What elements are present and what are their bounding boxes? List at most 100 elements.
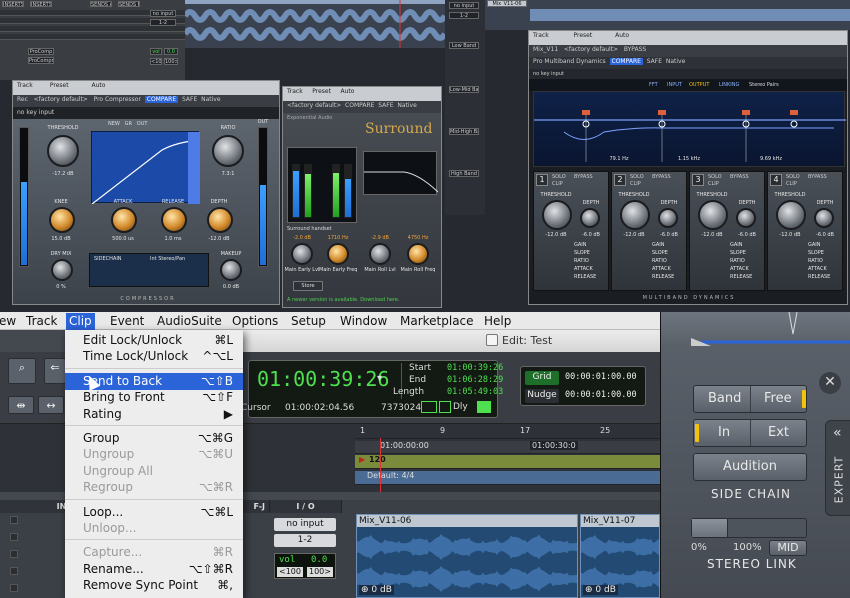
expert-tab[interactable]: « EXPERT [825,420,850,516]
main-counter[interactable]: 01:00:39:26 [257,367,389,391]
close-icon[interactable]: ✕ [819,372,841,394]
pan-left[interactable]: <100 [277,567,303,577]
menu-event[interactable]: Event [107,313,147,330]
menu-item-rating[interactable]: Rating ▶ [65,406,243,423]
band-free-toggle[interactable]: Band Free [693,385,807,413]
band-depth-knob[interactable] [814,208,834,228]
tab-output[interactable]: OUTPUT [689,79,709,91]
band-depth-knob[interactable] [736,208,756,228]
band-solo-button[interactable]: SOLO [552,174,566,180]
safe-button[interactable]: SAFE [647,58,662,65]
tab-new[interactable]: NEW [108,121,120,127]
band-bypass-button[interactable]: BYPASS [808,174,827,180]
preset-select[interactable]: <factory default> [564,46,618,53]
insert-slot[interactable] [10,584,18,592]
menu-item-group[interactable]: Group ⌥⌘G [65,430,243,447]
io-label[interactable]: no input [449,2,479,9]
dly-icon[interactable] [439,401,451,413]
end-value[interactable]: 01:06:28:29 [447,375,503,385]
native-button[interactable]: Native [397,102,416,109]
band-threshold-knob[interactable] [620,200,650,230]
bypass-button[interactable]: BYPASS [624,46,646,53]
band-threshold-knob[interactable] [542,200,572,230]
update-notice[interactable]: A newer version is available. Download h… [287,297,400,303]
playhead[interactable] [380,438,381,492]
trim-tool-icon[interactable]: ⇐ [44,358,66,384]
band-threshold-knob[interactable] [776,200,806,230]
plugin-select[interactable]: Pro Multiband Dynamics [533,58,606,65]
tempo-ruler[interactable]: ▶ 120 [355,455,660,469]
store-button[interactable]: Store [293,281,323,291]
menu-item-rename[interactable]: Rename... ⌥⇧⌘R [65,561,243,578]
menu-item-edit-lock-unlock[interactable]: Edit Lock/Unlock ⌘L [65,332,243,349]
length-value[interactable]: 01:05:49:03 [447,387,503,397]
output-select[interactable]: 1-2 [274,534,336,547]
band-clip-button[interactable]: CLIP [630,181,641,187]
roll-freq-knob[interactable] [407,243,429,265]
mixer-io[interactable]: 1-2 [150,19,176,26]
menu-help[interactable]: Help [481,313,514,330]
track-select[interactable]: Mix_V11 [533,46,558,53]
threshold-knob[interactable] [47,135,79,167]
grid-value[interactable]: 00:00:01:00.00 [565,372,637,382]
band-clip-button[interactable]: CLIP [552,181,563,187]
band-solo-button[interactable]: SOLO [630,174,644,180]
zoom-tool-icon[interactable]: ⌕ [8,358,36,384]
audition-button[interactable]: Audition [693,453,807,481]
start-value[interactable]: 01:00:39:26 [447,363,503,373]
vol-value[interactable]: 0.0 [311,555,327,565]
dry-mix-knob[interactable] [51,259,73,281]
insert-slot[interactable] [10,533,18,541]
mid-button[interactable]: MID [769,540,807,556]
preset-select[interactable]: <factory default> [34,96,88,103]
audio-clip[interactable]: Mix_V11-07 ⊕ 0 dB [580,514,660,598]
audio-clip[interactable]: Mix_V11-06 ⊕ 0 dB [356,514,578,598]
nudge-button[interactable]: Nudge [525,389,559,403]
attack-knob[interactable] [111,207,137,233]
bars-ruler[interactable]: 1 9 17 25 [355,426,660,439]
band-depth-knob[interactable] [580,208,600,228]
early-freq-knob[interactable] [327,243,349,265]
menu-options[interactable]: Options [229,313,281,330]
menu-marketplace[interactable]: Marketplace [397,313,477,330]
slip-mode-icon[interactable]: ↔ [38,396,64,414]
band-bypass-button[interactable]: BYPASS [652,174,671,180]
tab-fft[interactable]: FFT [649,79,658,91]
stereo-link-slider[interactable] [691,518,807,538]
band-depth-knob[interactable] [658,208,678,228]
menu-track[interactable]: Track [23,313,60,330]
input-select[interactable]: no input [274,518,336,531]
native-button[interactable]: Native [201,96,220,103]
plugin-select[interactable]: Pro Compressor [94,96,141,103]
roll-level-knob[interactable] [369,243,391,265]
multiband-graph[interactable]: 79.1 Hz 1.15 kHz 9.69 kHz [533,91,846,167]
mixer-track-name[interactable]: ProComp [28,48,54,55]
release-knob[interactable] [161,207,187,233]
mixer-pan-right[interactable]: 100> [164,58,178,65]
link-icon[interactable] [421,401,437,413]
mixer-io[interactable]: no input [150,10,176,17]
sidechain-mode[interactable]: Int Stereo/Pan [150,256,206,262]
menu-item-loop[interactable]: Loop... ⌥⌘L [65,504,243,521]
tab-input[interactable]: INPUT [667,79,682,91]
early-level-knob[interactable] [291,243,313,265]
key-input[interactable]: no key input [13,107,279,119]
timecode-ruler[interactable]: 01:00:00:00 01:00:30:0 [355,441,660,454]
menu-view[interactable]: ew [0,313,19,330]
tab-gr[interactable]: GR [125,121,132,127]
nudge-value[interactable]: 00:00:01:00.00 [565,390,637,400]
menu-setup[interactable]: Setup [288,313,329,330]
in-option[interactable]: In [718,425,730,440]
stereo-pairs-select[interactable]: Stereo Pairs [749,79,779,91]
menu-clip[interactable]: Clip [66,313,95,330]
ext-option[interactable]: Ext [768,425,789,440]
preroll-icon[interactable] [477,401,491,413]
ratio-knob[interactable] [212,135,244,167]
native-button[interactable]: Native [666,58,685,65]
menu-audiosuite[interactable]: AudioSuite [154,313,225,330]
free-option[interactable]: Free [764,391,792,406]
tab-out[interactable]: OUT [137,121,148,127]
safe-button[interactable]: SAFE [378,102,393,109]
shuffle-mode-icon[interactable]: ⇹ [8,396,34,414]
band-threshold-knob[interactable] [698,200,728,230]
